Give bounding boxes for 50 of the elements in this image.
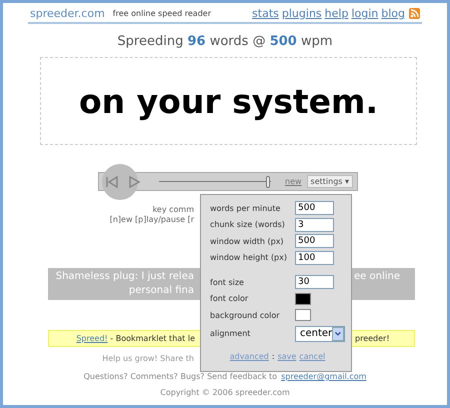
bookmarklet-text: - Bookmarklet that le xyxy=(109,334,195,343)
nav-link[interactable]: blog xyxy=(381,7,405,20)
promo-text: ee online xyxy=(354,270,401,284)
setting-input[interactable]: 100 xyxy=(295,250,334,265)
setting-input[interactable]: 3 xyxy=(295,218,334,232)
restart-icon[interactable] xyxy=(105,174,119,188)
promo-text: personal fina xyxy=(128,284,194,298)
setting-label: font color xyxy=(210,294,248,304)
copyright-text: Copyright © 2006 spreeder.com xyxy=(159,388,291,397)
panel-link[interactable]: cancel xyxy=(299,352,326,361)
settings-button[interactable]: settings ▾ xyxy=(306,175,354,188)
speed-slider[interactable] xyxy=(159,176,271,188)
setting-label: window height (px) xyxy=(210,253,287,262)
panel-link[interactable]: save xyxy=(278,352,296,361)
play-highlight xyxy=(102,164,138,200)
color-swatch[interactable] xyxy=(295,292,311,305)
setting-label: chunk size (words) xyxy=(210,220,285,230)
setting-label: background color xyxy=(210,310,280,320)
nav-link[interactable]: stats xyxy=(252,7,279,20)
alignment-select[interactable]: center xyxy=(295,326,345,342)
feedback-text: Questions? Comments? Bugs? Send feedback to xyxy=(84,372,278,381)
color-swatch[interactable] xyxy=(295,309,311,322)
key-commands-text: [n]ew [p]lay/pause [r xyxy=(108,215,194,224)
rss-icon[interactable] xyxy=(409,8,420,19)
reader-text: on your system. xyxy=(40,57,417,145)
new-link[interactable]: new xyxy=(285,177,302,186)
play-icon[interactable] xyxy=(127,174,141,188)
spreed-link[interactable]: Spreed! xyxy=(76,334,108,343)
panel-link[interactable]: advanced xyxy=(230,352,269,361)
setting-input[interactable]: 30 xyxy=(295,275,334,290)
setting-input[interactable]: 500 xyxy=(295,201,334,216)
setting-label: font size xyxy=(210,278,244,287)
key-commands-title: key comm xyxy=(152,205,194,214)
email-link[interactable]: spreeder@gmail.com xyxy=(281,372,366,381)
nav-link[interactable]: login xyxy=(351,7,378,20)
promo-text: Shameless plug: I just relea xyxy=(54,270,194,284)
setting-input[interactable]: 500 xyxy=(295,234,334,248)
nav-link[interactable]: plugins xyxy=(282,7,322,20)
bookmarklet-text: preeder! xyxy=(355,334,391,343)
site-logo[interactable]: spreeder.com xyxy=(30,7,105,20)
status-text: Spreeding 96 words @ 500 wpm xyxy=(116,34,334,49)
setting-label: words per minute xyxy=(210,204,280,213)
tagline: free online speed reader xyxy=(112,9,212,18)
nav-link[interactable]: help xyxy=(324,7,348,20)
setting-label: alignment xyxy=(210,329,250,338)
setting-label: window width (px) xyxy=(210,236,284,246)
slider-thumb[interactable] xyxy=(266,176,270,188)
help-text: Help us grow! Share th xyxy=(101,354,194,363)
link-separator: : xyxy=(272,352,275,361)
caret-icon[interactable] xyxy=(332,326,344,341)
